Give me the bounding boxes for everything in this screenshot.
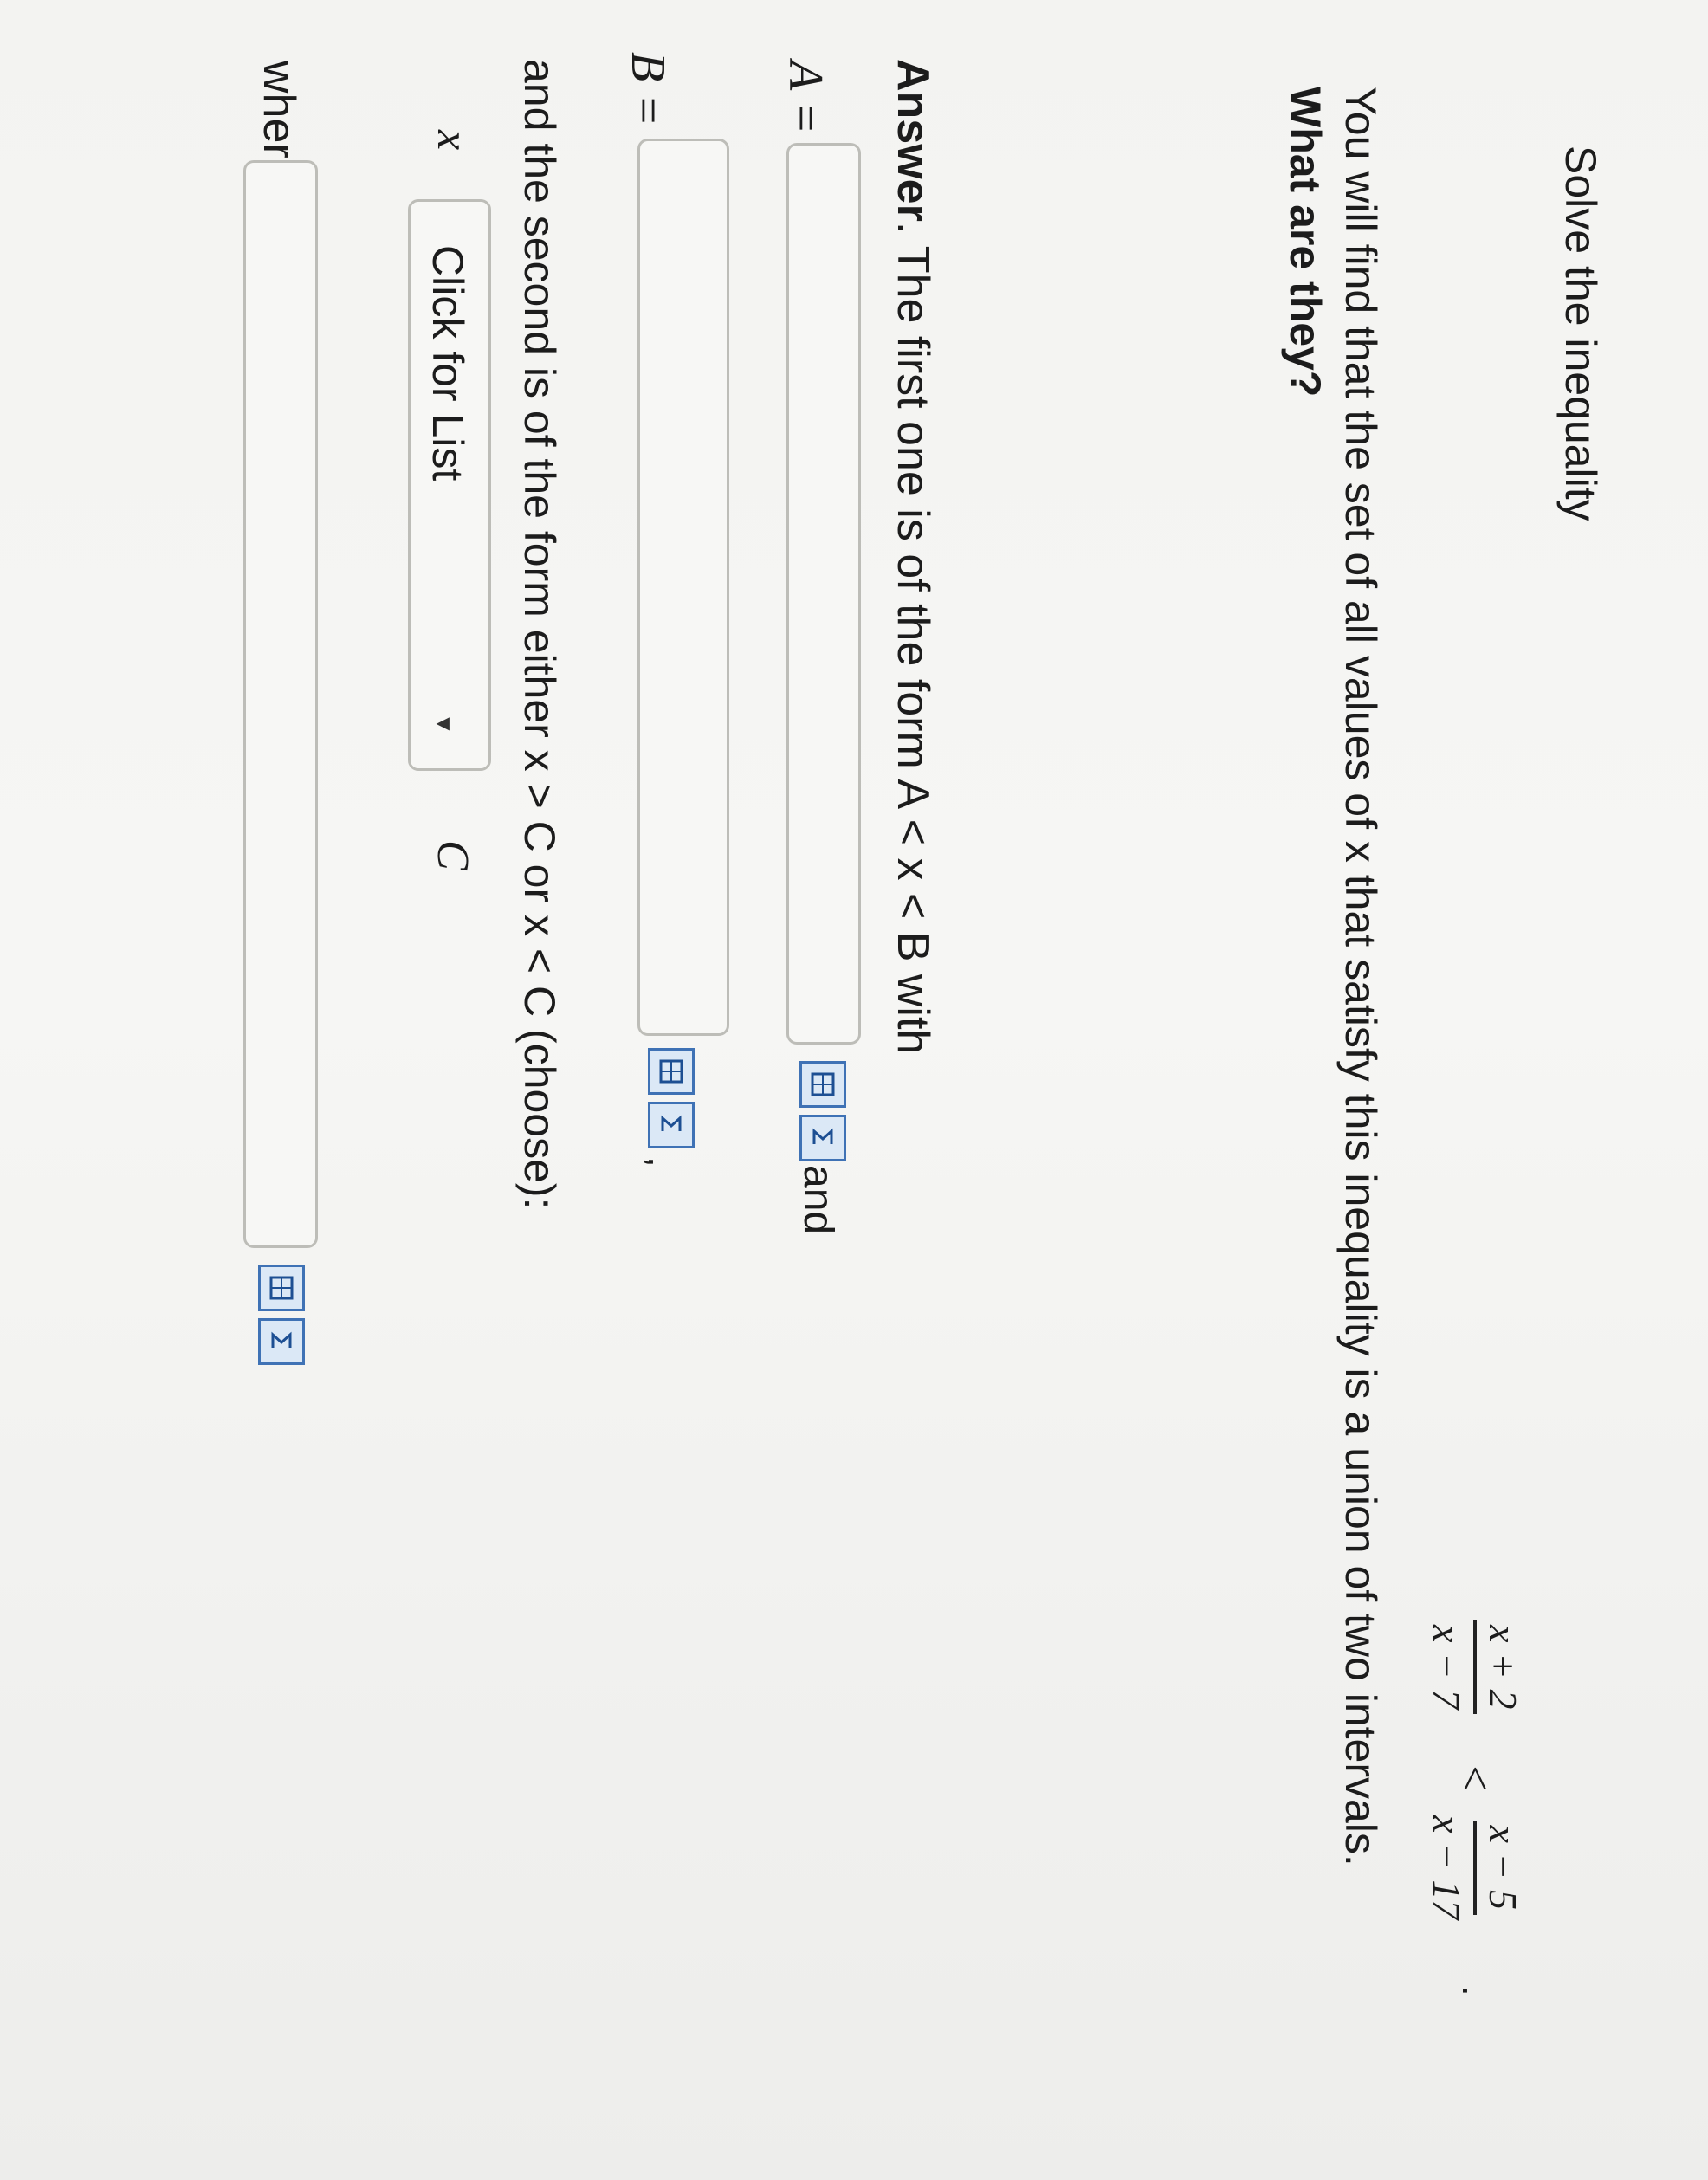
fraction-right: x − 5 x − 17 [1424,1810,1526,1924]
sigma-symbol-icon [812,1128,833,1144]
matrix-template-button[interactable] [799,1061,846,1108]
b-math-toolbar [648,1048,695,1148]
matrix-template-button[interactable] [648,1048,695,1095]
select-x-label: x [428,130,477,151]
fraction-left-numerator: x + 2 [1473,1620,1526,1715]
first-form-text: . The first one is of the form A < x < B… [888,221,938,1055]
explanation-text: You will find that the set of all values… [1336,87,1385,1866]
sigma-symbol-icon [661,1115,682,1131]
select-c-label: C [428,840,477,870]
fraction-left: x + 2 x − 7 [1424,1620,1526,1715]
second-form-text: and the second is of the form either x >… [515,59,564,1210]
c-math-toolbar [258,1265,305,1365]
fraction-right-denominator: x − 17 [1425,1815,1469,1920]
matrix-template-icon [659,1059,683,1084]
relation-dropdown[interactable]: Click for List ▼ [408,199,491,771]
question-text: What are they? [1281,87,1330,398]
fraction-right-numerator: x − 5 [1473,1820,1526,1915]
answer-prompt: Answer. The first one is of the form A <… [887,59,939,1054]
end-period: . [1454,1985,1499,1996]
dropdown-placeholder: Click for List [424,245,472,482]
matrix-template-button[interactable] [258,1265,305,1311]
c-input[interactable] [243,160,318,1248]
chevron-down-icon: ▼ [431,713,457,735]
answer-label: Answer [888,59,938,222]
sigma-symbol-button[interactable] [648,1102,695,1148]
sigma-symbol-icon [271,1331,292,1348]
sigma-symbol-button[interactable] [799,1115,846,1161]
a-label: A = [779,61,832,134]
matrix-template-icon [269,1276,294,1300]
intro-text: Solve the inequality [1556,146,1605,521]
matrix-template-icon [811,1072,835,1096]
inequality-sign: < [1450,1763,1499,1794]
fraction-left-denominator: x − 7 [1425,1625,1469,1710]
b-label: B = [621,52,675,126]
b-input[interactable] [637,139,729,1036]
a-input[interactable] [786,143,861,1045]
comma-text: , [640,1156,685,1168]
problem-page: Solve the inequality x + 2 x − 7 < x − 5… [0,0,1708,2180]
and-text: and [795,1165,841,1235]
a-math-toolbar [799,1061,846,1161]
sigma-symbol-button[interactable] [258,1318,305,1365]
